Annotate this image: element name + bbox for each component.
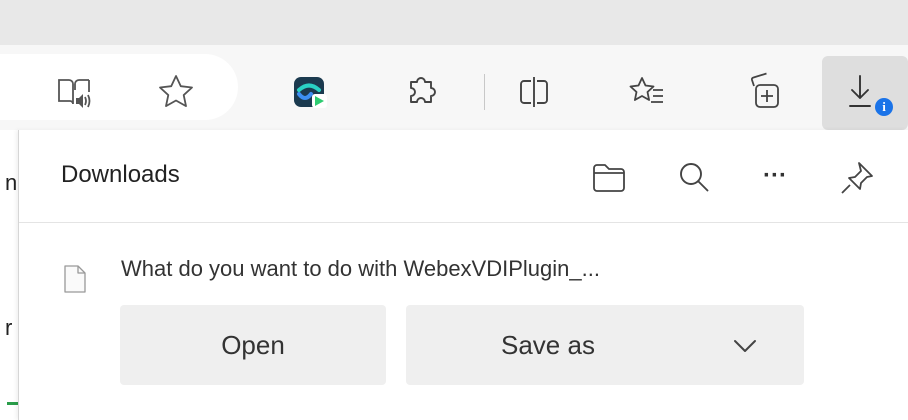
- save-as-label: Save as: [501, 329, 595, 360]
- open-folder-icon[interactable]: [589, 158, 629, 198]
- extensions-puzzle-icon[interactable]: [399, 70, 443, 114]
- page-text-fragment: r: [5, 315, 13, 340]
- panel-divider: [19, 222, 908, 223]
- webex-extension-icon[interactable]: [288, 70, 332, 114]
- chevron-down-icon[interactable]: [732, 333, 758, 364]
- favorites-list-icon[interactable]: [625, 70, 669, 114]
- search-icon[interactable]: [674, 158, 714, 198]
- favorite-star-icon[interactable]: [154, 70, 198, 114]
- tab-strip: [0, 0, 908, 45]
- collections-icon[interactable]: [742, 70, 786, 114]
- page-content-edge: n r: [0, 130, 18, 420]
- toolbar-separator: [484, 74, 485, 110]
- panel-title: Downloads: [61, 161, 180, 188]
- downloads-button[interactable]: i: [822, 56, 908, 130]
- immersive-reader-icon[interactable]: [52, 70, 96, 114]
- address-bar-end[interactable]: [0, 54, 238, 120]
- file-icon: [63, 264, 87, 299]
- page-text-fragment: n: [5, 170, 18, 195]
- pin-icon[interactable]: [837, 158, 877, 198]
- open-button[interactable]: Open: [120, 305, 386, 385]
- split-screen-icon[interactable]: [512, 70, 556, 114]
- download-info-badge: i: [875, 98, 893, 116]
- save-as-button[interactable]: Save as: [406, 305, 804, 385]
- page-green-line: [7, 402, 18, 405]
- download-prompt-text: What do you want to do with WebexVDIPlug…: [121, 256, 600, 281]
- open-button-label: Open: [221, 329, 285, 360]
- downloads-panel: Downloads ··· What do you want to do wit…: [18, 130, 908, 420]
- more-options-button[interactable]: ···: [755, 156, 795, 196]
